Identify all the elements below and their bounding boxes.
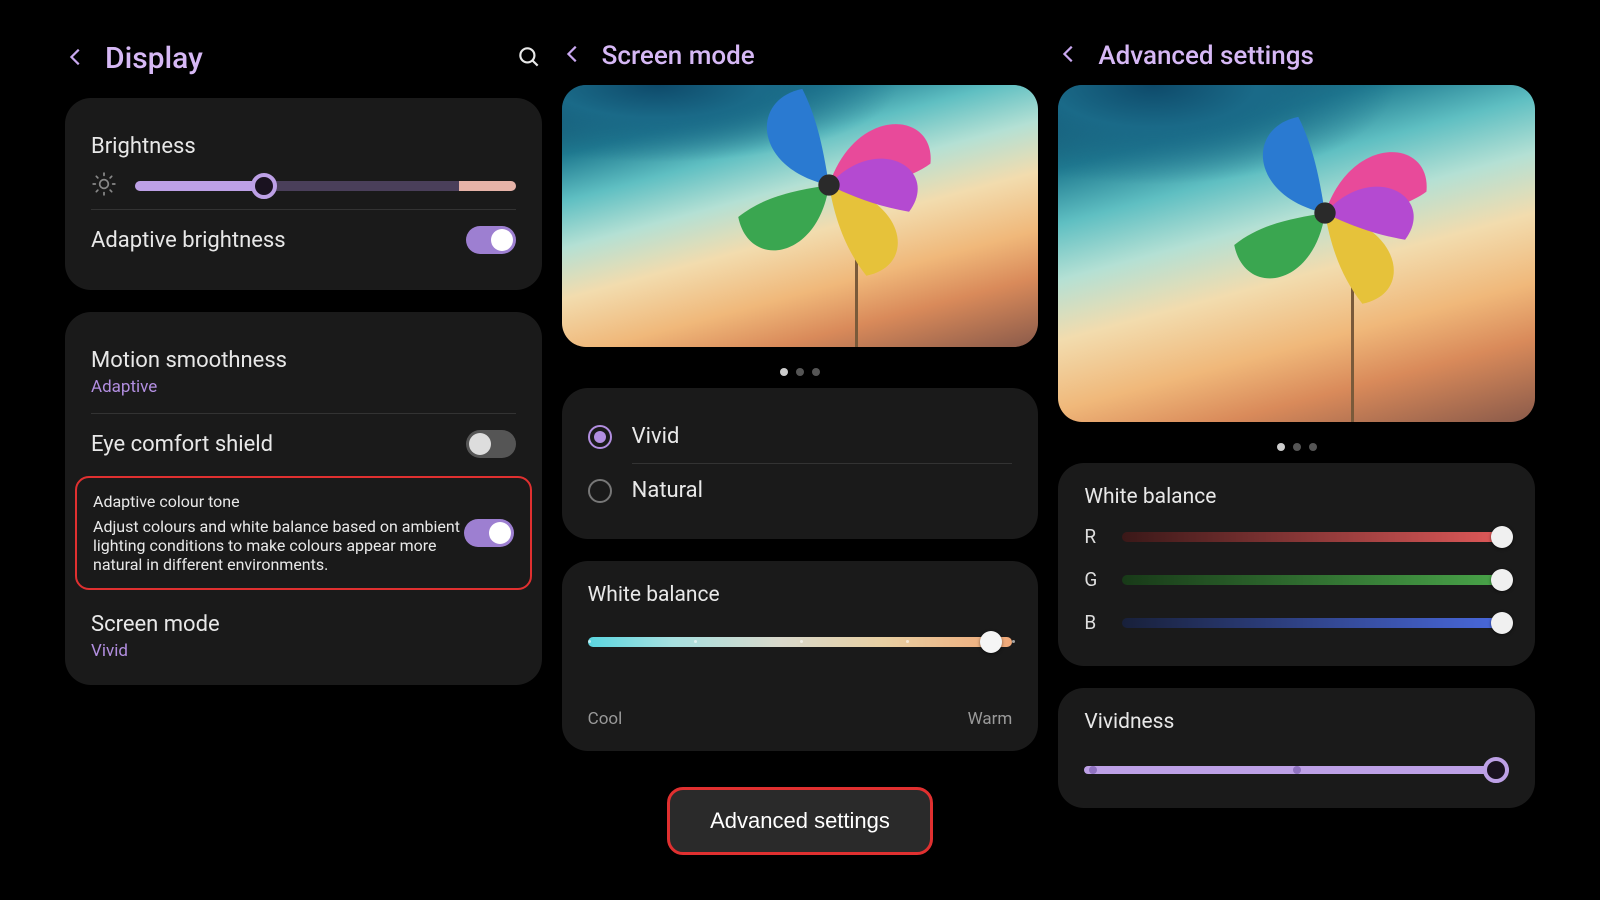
display-panel: Display Brightness Adaptive brig bbox=[65, 35, 542, 855]
screen-mode-header: Screen mode bbox=[562, 35, 1039, 85]
adaptive-brightness-row[interactable]: Adaptive brightness bbox=[91, 212, 516, 268]
red-slider[interactable]: R bbox=[1084, 515, 1509, 558]
eye-comfort-row[interactable]: Eye comfort shield bbox=[91, 416, 516, 472]
white-balance-slider[interactable] bbox=[588, 627, 1013, 667]
display-title: Display bbox=[105, 41, 203, 76]
blue-slider[interactable]: B bbox=[1084, 601, 1509, 644]
advanced-settings-button[interactable]: Advanced settings bbox=[667, 787, 933, 855]
vivid-option[interactable]: Vivid bbox=[588, 410, 1013, 463]
preview-image[interactable] bbox=[1058, 85, 1535, 422]
back-icon[interactable] bbox=[562, 43, 584, 69]
warm-label: Warm bbox=[968, 709, 1013, 729]
screen-mode-title: Screen mode bbox=[602, 41, 755, 71]
preview-image[interactable] bbox=[562, 85, 1039, 347]
white-balance-card: White balance Cool Warm bbox=[562, 561, 1039, 751]
page-dots bbox=[1058, 422, 1535, 463]
adaptive-colour-tone-row[interactable]: Adaptive colour tone Adjust colours and … bbox=[75, 476, 532, 590]
vividness-card: Vividness bbox=[1058, 688, 1535, 808]
radio-icon bbox=[588, 425, 612, 449]
sun-icon bbox=[91, 171, 117, 201]
adaptive-colour-tone-toggle[interactable] bbox=[464, 519, 514, 547]
advanced-header: Advanced settings bbox=[1058, 35, 1535, 85]
cool-label: Cool bbox=[588, 709, 623, 729]
advanced-title: Advanced settings bbox=[1098, 41, 1314, 71]
radio-icon bbox=[588, 479, 612, 503]
screen-mode-panel: Screen mode Vivid bbox=[562, 35, 1039, 855]
screen-mode-row[interactable]: Screen mode Vivid bbox=[91, 594, 516, 675]
display-more-card: Motion smoothness Adaptive Eye comfort s… bbox=[65, 312, 542, 685]
back-icon[interactable] bbox=[1058, 43, 1080, 69]
brightness-label: Brightness bbox=[91, 134, 196, 159]
vividness-slider[interactable] bbox=[1084, 754, 1509, 786]
natural-option[interactable]: Natural bbox=[588, 464, 1013, 517]
advanced-panel: Advanced settings White balance bbox=[1058, 35, 1535, 855]
eye-comfort-toggle[interactable] bbox=[466, 430, 516, 458]
brightness-slider[interactable] bbox=[91, 161, 516, 207]
display-header: Display bbox=[65, 35, 542, 98]
back-icon[interactable] bbox=[65, 46, 87, 72]
adaptive-brightness-toggle[interactable] bbox=[466, 226, 516, 254]
motion-smoothness-row[interactable]: Motion smoothness Adaptive bbox=[91, 334, 516, 411]
rgb-white-balance-card: White balance R G B bbox=[1058, 463, 1535, 666]
search-icon[interactable] bbox=[516, 44, 542, 74]
brightness-card: Brightness Adaptive brightness bbox=[65, 98, 542, 290]
green-slider[interactable]: G bbox=[1084, 558, 1509, 601]
page-dots bbox=[562, 347, 1039, 388]
mode-options-card: Vivid Natural bbox=[562, 388, 1039, 539]
